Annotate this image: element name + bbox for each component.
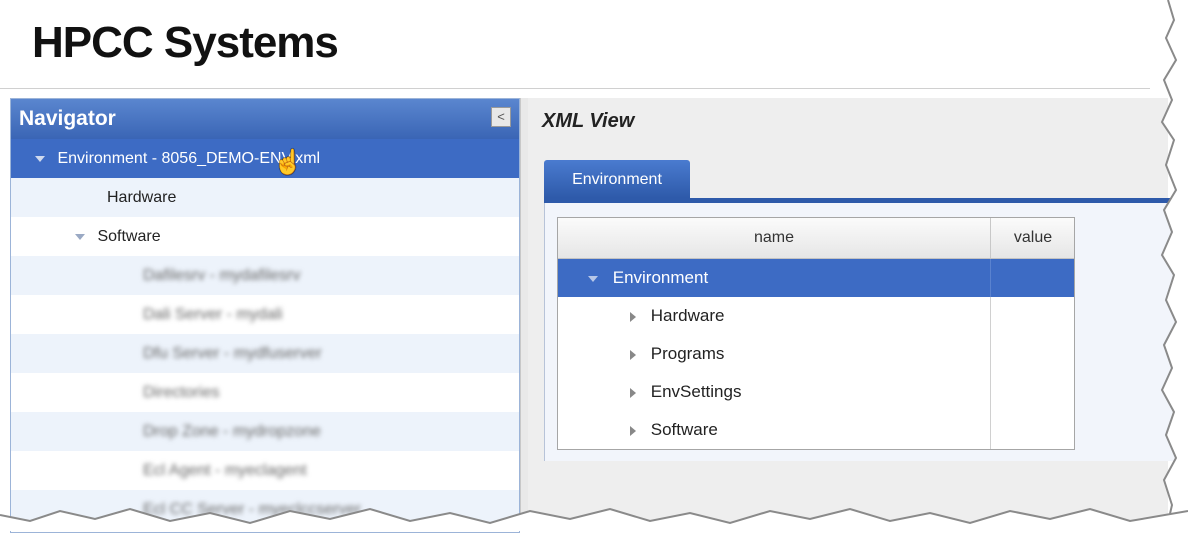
tree-item-label: Directories (143, 384, 220, 401)
expand-arrow-icon[interactable] (75, 233, 85, 240)
app-title: HPCC Systems (32, 18, 339, 67)
value-cell (990, 259, 1075, 297)
collapse-navigator-button[interactable]: < (491, 107, 511, 127)
tree-item-hardware[interactable]: Hardware (11, 178, 519, 217)
name-cell: Software (558, 411, 1062, 449)
tree-item-dafilesrv[interactable]: Dafilesrv - mydafilesrv (11, 256, 519, 295)
tree-item-label: Drop Zone - mydropzone (143, 423, 321, 440)
tree-item-dfu-server[interactable]: Dfu Server - mydfuserver (11, 334, 519, 373)
hand-cursor-icon: ☝ (273, 149, 303, 176)
grid-row-programs[interactable]: Programs (558, 335, 1074, 373)
expand-arrow-icon[interactable] (630, 311, 636, 322)
row-name: Hardware (650, 306, 725, 325)
row-name: EnvSettings (650, 382, 742, 401)
tree-item-label: Software (97, 228, 161, 245)
name-cell: Environment (558, 259, 1020, 297)
row-name: Environment (612, 268, 709, 287)
expand-arrow-icon[interactable] (35, 155, 45, 162)
value-cell (990, 373, 1075, 411)
row-name: Programs (650, 344, 725, 363)
column-header-name[interactable]: name (558, 218, 990, 258)
tree-item-directories[interactable]: Directories (11, 373, 519, 412)
column-header-value[interactable]: value (990, 218, 1075, 258)
expand-arrow-icon[interactable] (630, 425, 636, 436)
header-divider (0, 88, 1150, 89)
tree-item-drop-zone[interactable]: Drop Zone - mydropzone (11, 412, 519, 451)
tab-content: name value Environment Hardware Programs… (544, 203, 1175, 461)
tree-item-label: Dali Server - mydali (143, 306, 283, 323)
row-name: Software (650, 420, 718, 439)
tab-environment[interactable]: Environment (544, 160, 690, 198)
grid-row-software[interactable]: Software (558, 411, 1074, 449)
torn-edge-bottom (0, 507, 1188, 531)
collapse-arrow-icon[interactable] (588, 275, 598, 282)
tree-item-environment[interactable]: Environment - 8056_DEMO-ENV.xml ☝ (11, 139, 519, 178)
torn-edge-right (1160, 0, 1188, 531)
xml-grid: name value Environment Hardware Programs… (557, 217, 1075, 450)
expand-arrow-icon[interactable] (630, 349, 636, 360)
grid-header: name value (558, 218, 1074, 259)
name-cell: EnvSettings (558, 373, 1062, 411)
tree-item-software[interactable]: Software (11, 217, 519, 256)
expand-arrow-icon[interactable] (630, 387, 636, 398)
grid-row-environment[interactable]: Environment (558, 259, 1074, 297)
xml-view-panel: XML View Environment name value Environm… (528, 98, 1175, 531)
name-cell: Programs (558, 335, 1062, 373)
navigator-panel: Navigator < Environment - 8056_DEMO-ENV.… (10, 98, 520, 533)
tree-item-label: Ecl Agent - myeclagent (143, 462, 307, 479)
tree-item-label: Dafilesrv - mydafilesrv (143, 267, 301, 284)
name-cell: Hardware (558, 297, 1062, 335)
app-window: HPCC Systems Navigator < Environment - 8… (0, 0, 1188, 533)
navigator-title: Navigator (19, 107, 116, 130)
value-cell (990, 335, 1075, 373)
value-cell (990, 297, 1075, 335)
tree-item-dali-server[interactable]: Dali Server - mydali (11, 295, 519, 334)
grid-row-envsettings[interactable]: EnvSettings (558, 373, 1074, 411)
navigator-header: Navigator < (11, 99, 519, 139)
xml-view-title: XML View (542, 110, 635, 132)
tree-item-ecl-agent[interactable]: Ecl Agent - myeclagent (11, 451, 519, 490)
tree-item-label: Hardware (107, 189, 177, 206)
value-cell (990, 411, 1075, 449)
grid-row-hardware[interactable]: Hardware (558, 297, 1074, 335)
tree-item-label: Dfu Server - mydfuserver (143, 345, 322, 362)
